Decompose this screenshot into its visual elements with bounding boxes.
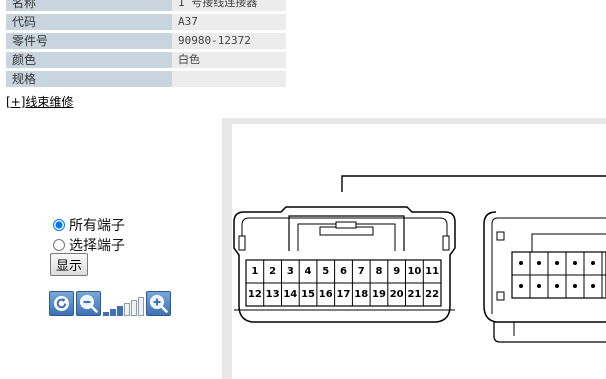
pin-number[interactable]: 22 bbox=[424, 285, 440, 303]
radio-all-label: 所有端子 bbox=[69, 218, 125, 234]
pin-number[interactable]: 19 bbox=[371, 285, 387, 303]
info-label: 规格 bbox=[6, 69, 172, 90]
zoom-level-step[interactable] bbox=[131, 300, 137, 316]
zoom-level-step[interactable] bbox=[117, 306, 123, 316]
pin-number[interactable]: 21 bbox=[406, 285, 422, 303]
pin-number[interactable]: 18 bbox=[353, 285, 369, 303]
zoom-level-step[interactable] bbox=[103, 312, 109, 316]
info-row-name: 名称 1 号接线连接器 bbox=[6, 0, 286, 14]
pin-number[interactable]: 13 bbox=[265, 285, 281, 303]
radio-select-label: 选择端子 bbox=[69, 238, 125, 254]
info-value: A37 bbox=[172, 12, 286, 33]
pin-number[interactable]: 8 bbox=[371, 262, 387, 280]
zoom-level-indicator[interactable] bbox=[103, 291, 144, 316]
diagram-viewport[interactable]: 1 2 3 4 5 6 7 8 9 10 11 12 13 14 15 16 17 18 19 20 21 22 bbox=[222, 118, 606, 379]
pin-number[interactable]: 17 bbox=[336, 285, 352, 303]
pin-number[interactable]: 5 bbox=[318, 262, 334, 280]
show-button[interactable]: 显示 bbox=[50, 253, 89, 276]
connector-drawing bbox=[233, 175, 606, 343]
connector-info-table: 名称 1 号接线连接器 代码 A37 零件号 90980-12372 颜色 白色… bbox=[6, 0, 286, 90]
zoom-level-step[interactable] bbox=[138, 297, 144, 316]
zoom-out-icon bbox=[80, 295, 98, 313]
pin-number[interactable]: 1 bbox=[247, 262, 263, 280]
info-value bbox=[172, 69, 286, 90]
pin-number[interactable]: 20 bbox=[389, 285, 405, 303]
info-label: 代码 bbox=[6, 12, 172, 33]
pin-number[interactable]: 10 bbox=[406, 262, 422, 280]
pin-number[interactable]: 11 bbox=[424, 262, 440, 280]
info-row-code: 代码 A37 bbox=[6, 12, 286, 33]
zoom-level-step[interactable] bbox=[124, 303, 130, 316]
connector-diagram[interactable]: 1 2 3 4 5 6 7 8 9 10 11 12 13 14 15 16 17 18 19 20 21 22 bbox=[232, 124, 606, 379]
radio-select-input[interactable] bbox=[53, 239, 65, 251]
info-row-part-number: 零件号 90980-12372 bbox=[6, 31, 286, 52]
leader-line bbox=[341, 175, 606, 192]
info-row-spec: 规格 bbox=[6, 69, 286, 90]
info-label: 颜色 bbox=[6, 50, 172, 71]
pin-number[interactable]: 9 bbox=[389, 262, 405, 280]
pin-number[interactable]: 3 bbox=[282, 262, 298, 280]
info-value: 1 号接线连接器 bbox=[172, 0, 286, 14]
radio-all-terminals[interactable]: 所有端子 bbox=[53, 215, 125, 235]
zoom-out-button[interactable] bbox=[76, 291, 101, 316]
zoom-control bbox=[49, 290, 171, 316]
info-value: 白色 bbox=[172, 50, 286, 71]
refresh-icon bbox=[54, 296, 69, 311]
radio-all-input[interactable] bbox=[53, 219, 65, 231]
harness-repair-link[interactable]: [+]线束维修 bbox=[6, 93, 73, 110]
zoom-level-step[interactable] bbox=[110, 309, 116, 316]
info-label: 零件号 bbox=[6, 31, 172, 52]
pin-number[interactable]: 16 bbox=[318, 285, 334, 303]
pin-number[interactable]: 14 bbox=[282, 285, 298, 303]
radio-select-terminals[interactable]: 选择端子 bbox=[53, 235, 125, 255]
pin-number[interactable]: 4 bbox=[300, 262, 316, 280]
pin-number[interactable]: 7 bbox=[353, 262, 369, 280]
pin-number[interactable]: 12 bbox=[247, 285, 263, 303]
zoom-in-button[interactable] bbox=[146, 291, 171, 316]
zoom-in-icon bbox=[150, 295, 168, 313]
info-value: 90980-12372 bbox=[172, 31, 286, 52]
pin-number[interactable]: 6 bbox=[336, 262, 352, 280]
info-label: 名称 bbox=[6, 0, 172, 14]
pin-number[interactable]: 15 bbox=[300, 285, 316, 303]
reset-zoom-button[interactable] bbox=[49, 291, 74, 316]
pin-number[interactable]: 2 bbox=[265, 262, 281, 280]
info-row-color: 颜色 白色 bbox=[6, 50, 286, 71]
